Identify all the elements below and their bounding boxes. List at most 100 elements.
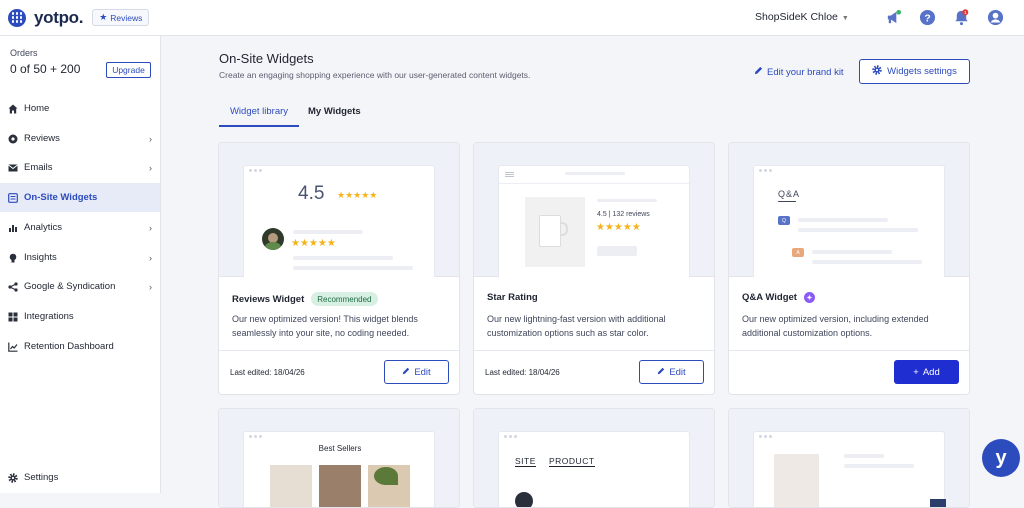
page-title: On-Site Widgets: [219, 51, 314, 66]
notification-count: 1: [964, 10, 967, 16]
edit-brand-kit-link[interactable]: Edit your brand kit: [754, 66, 844, 78]
pencil-icon: [754, 66, 763, 78]
widget-preview: [729, 409, 969, 507]
orders-value: 0 of 50 + 200: [10, 62, 81, 76]
product-image: [270, 465, 312, 507]
chevron-right-icon: ›: [149, 162, 152, 173]
preview-mockup: 4.5 ★★★★★ ★★★★★: [243, 165, 435, 277]
edit-reviews-widget-button[interactable]: Edit: [384, 360, 449, 384]
chart-line-icon: [8, 342, 18, 352]
widget-card-star-rating: 4.5 | 132 reviews ★★★★★ Star Rating Our …: [473, 142, 715, 395]
tab-my-widgets[interactable]: My Widgets: [308, 106, 361, 127]
chevron-down-icon: ▼: [841, 15, 849, 22]
sidebar-item-label: Settings: [24, 472, 59, 483]
sidebar-item-label: Insights: [24, 252, 57, 263]
svg-text:?: ?: [924, 13, 930, 24]
pencil-icon: [402, 367, 410, 378]
preview-mockup: Q&A Q A: [753, 165, 945, 277]
widget-card-qa: Q&A Q A Q&A Widget ✦ Our new optimized v…: [728, 142, 970, 395]
plus-icon: +: [913, 366, 919, 378]
main-content: On-Site Widgets Create an engaging shopp…: [162, 36, 1024, 508]
apps-grid-icon[interactable]: [8, 8, 26, 27]
sidebar-item-analytics[interactable]: Analytics ›: [0, 213, 160, 242]
lightbulb-icon: [8, 253, 18, 263]
widget-card-reviews: 4.5 ★★★★★ ★★★★★ Reviews Widget Recommend…: [218, 142, 460, 395]
product-badge[interactable]: ★ Reviews: [92, 9, 150, 26]
edit-label: Edit: [414, 366, 431, 378]
bell-icon[interactable]: 1: [953, 9, 970, 26]
sparkle-icon: ✦: [803, 292, 815, 303]
add-label: Add: [922, 366, 940, 378]
widget-card-gallery: [728, 408, 970, 508]
help-icon[interactable]: ?: [919, 9, 936, 26]
preview-heading: Q&A: [778, 189, 801, 199]
tab-widget-library[interactable]: Widget library: [219, 106, 299, 127]
widgets-settings-label: Widgets settings: [887, 66, 957, 77]
page-subtitle: Create an engaging shopping experience w…: [219, 70, 531, 80]
preview-stars: ★★★★★: [596, 222, 641, 233]
home-icon: [8, 104, 18, 114]
sidebar-item-integrations[interactable]: Integrations: [0, 302, 160, 331]
sidebar-item-emails[interactable]: Emails ›: [0, 153, 160, 182]
gear-icon: [872, 65, 882, 78]
megaphone-icon[interactable]: [885, 9, 902, 26]
analytics-icon: [8, 223, 18, 233]
chevron-right-icon: ›: [149, 133, 152, 144]
sidebar-item-home[interactable]: Home: [0, 94, 160, 123]
menu-icon: [505, 172, 514, 173]
product-image: [368, 465, 410, 507]
chevron-right-icon: ›: [149, 222, 152, 233]
store-name: ShopSideK Chloe: [755, 11, 838, 23]
sidebar: Orders 0 of 50 + 200 Upgrade Home Review…: [0, 36, 161, 493]
card-title: Q&A Widget: [742, 292, 797, 303]
user-icon[interactable]: [987, 9, 1004, 26]
pencil-icon: [657, 367, 665, 378]
last-edited: Last edited: 18/04/26: [485, 368, 560, 377]
card-description: Our new lightning-fast version with addi…: [487, 314, 666, 338]
widget-card-product: SITE PRODUCT: [473, 408, 715, 508]
upgrade-button[interactable]: Upgrade: [106, 62, 151, 78]
card-title: Star Rating: [487, 292, 538, 303]
product-image: [319, 465, 361, 507]
recommended-badge: Recommended: [311, 292, 378, 306]
product-badge-label: Reviews: [110, 12, 143, 23]
gear-icon: [8, 472, 18, 483]
edit-star-rating-button[interactable]: Edit: [639, 360, 704, 384]
sidebar-item-label: Integrations: [24, 311, 74, 322]
card-title: Reviews Widget: [232, 293, 305, 305]
review-stars: ★★★★★: [291, 238, 336, 249]
widgets-icon: [8, 192, 18, 203]
sidebar-item-insights[interactable]: Insights ›: [0, 243, 160, 272]
integrations-icon: [8, 312, 18, 322]
sidebar-item-label: Home: [24, 103, 50, 114]
reviews-icon: [8, 134, 18, 144]
avatar: [262, 228, 284, 250]
widget-preview: SITE PRODUCT: [474, 409, 714, 507]
yotpo-logo[interactable]: yotpo.: [34, 8, 84, 28]
last-edited: Last edited: 18/04/26: [230, 368, 305, 377]
edit-brand-kit-label: Edit your brand kit: [767, 66, 844, 78]
add-qa-widget-button[interactable]: + Add: [894, 360, 959, 384]
card-description: Our new optimized version, including ext…: [742, 314, 929, 338]
sidebar-item-label: Google & Syndication: [24, 281, 116, 292]
widget-preview: Best Sellers: [219, 409, 459, 507]
sidebar-item-reviews[interactable]: Reviews ›: [0, 124, 160, 153]
sidebar-item-label: Analytics: [24, 222, 63, 233]
widget-preview: 4.5 | 132 reviews ★★★★★: [474, 143, 714, 277]
widgets-settings-button[interactable]: Widgets settings: [859, 59, 970, 84]
site-label: SITE: [515, 456, 536, 467]
preview-rating: 4.5: [298, 183, 325, 204]
product-image: [774, 454, 819, 507]
sidebar-item-retention-dashboard[interactable]: Retention Dashboard: [0, 332, 160, 361]
sidebar-item-google-syndication[interactable]: Google & Syndication ›: [0, 272, 160, 301]
preview-mockup: SITE PRODUCT: [498, 431, 690, 507]
store-selector[interactable]: ShopSideK Chloe ▼: [755, 11, 849, 23]
top-bar: yotpo. ★ Reviews: [0, 0, 1024, 36]
widget-preview: 4.5 ★★★★★ ★★★★★: [219, 143, 459, 277]
sidebar-item-label: Retention Dashboard: [24, 341, 114, 352]
chat-launcher-button[interactable]: y: [982, 439, 1020, 477]
sidebar-item-on-site-widgets[interactable]: On-Site Widgets: [0, 183, 160, 212]
product-image: [525, 197, 585, 267]
card-description: Our new optimized version! This widget b…: [232, 314, 418, 338]
sidebar-item-settings[interactable]: Settings: [0, 463, 160, 492]
